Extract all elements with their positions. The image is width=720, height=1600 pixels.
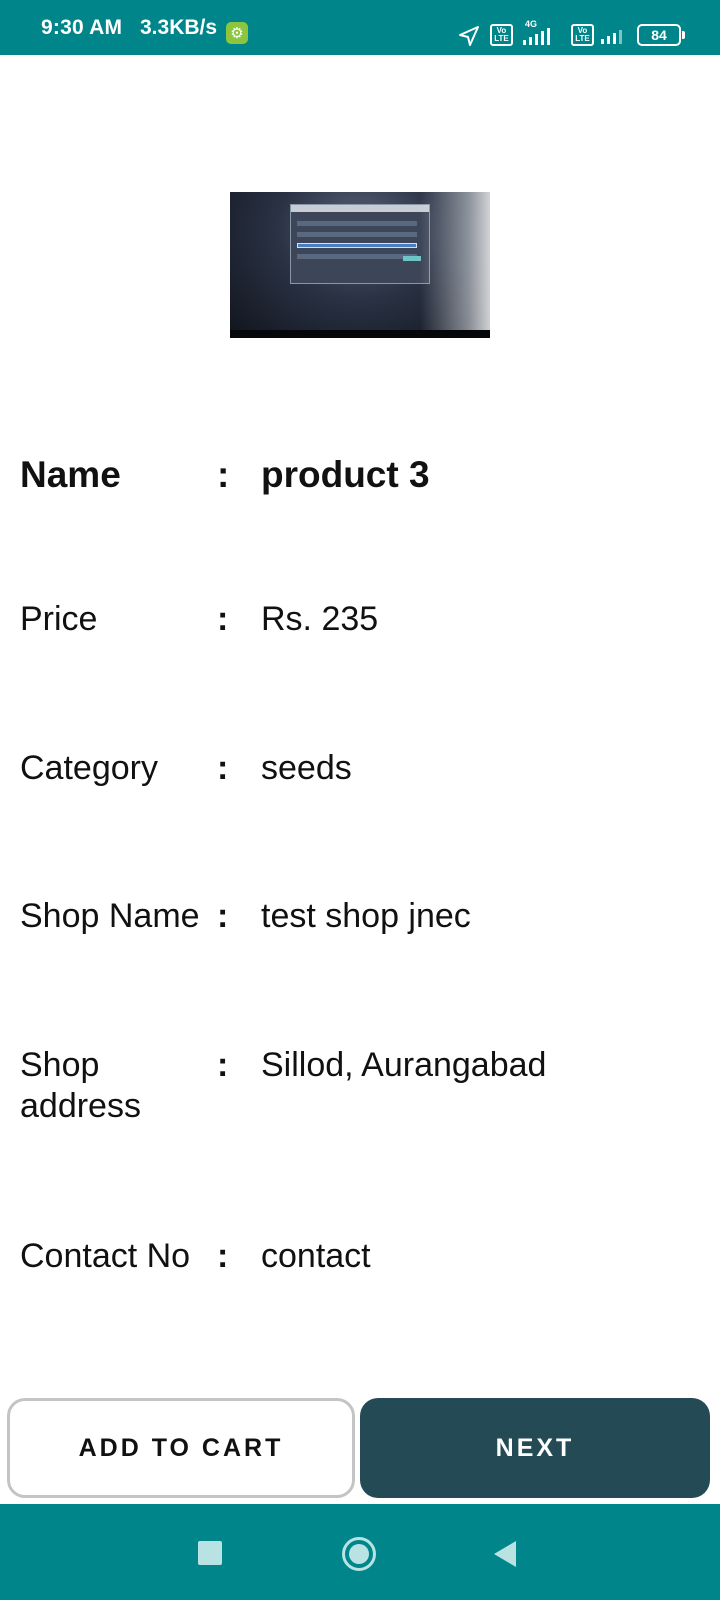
location-arrow-icon	[459, 26, 479, 46]
detail-label: Shop Name	[20, 897, 200, 935]
battery-icon: 84	[637, 24, 685, 46]
photo-edge	[230, 330, 490, 338]
detail-label: Price	[20, 600, 98, 638]
detail-colon: :	[217, 600, 229, 638]
home-icon[interactable]	[342, 1537, 376, 1571]
signal-icon-2	[601, 30, 622, 44]
detail-label: Name	[20, 454, 121, 495]
volte-icon-2: Vo LTE	[571, 24, 594, 46]
photo-row	[297, 221, 417, 226]
photo-row	[297, 232, 417, 237]
volte-label-bottom: LTE	[575, 34, 590, 43]
recents-icon[interactable]	[198, 1541, 222, 1565]
gear-icon: ⚙	[226, 22, 248, 44]
detail-colon: :	[217, 1046, 229, 1084]
detail-colon: :	[217, 1237, 229, 1275]
volte-icon: Vo LTE	[490, 24, 513, 46]
status-bar: 9:30 AM 3.3KB/s ⚙ Vo LTE 4G Vo LTE 84	[0, 0, 720, 55]
detail-label: Category	[20, 749, 158, 787]
product-category: seeds	[261, 749, 352, 787]
photo-row	[297, 243, 417, 248]
detail-colon: :	[217, 749, 229, 787]
status-time: 9:30 AM	[41, 15, 123, 39]
detail-label: Contact No	[20, 1237, 191, 1275]
add-to-cart-button[interactable]: ADD TO CART	[7, 1398, 355, 1498]
next-button[interactable]: NEXT	[360, 1398, 710, 1498]
contact-number: contact	[261, 1237, 371, 1275]
signal-icon	[523, 28, 550, 45]
photo-glare	[420, 192, 490, 338]
shop-address: Sillod, Aurangabad	[261, 1046, 547, 1084]
detail-colon: :	[217, 897, 229, 935]
product-price: Rs. 235	[261, 600, 379, 638]
volte-label-bottom: LTE	[494, 34, 509, 43]
network-speed: 3.3KB/s	[140, 15, 218, 39]
detail-label: Shop address	[20, 1046, 141, 1125]
photo-window-bar	[291, 205, 429, 212]
product-image	[230, 192, 490, 338]
system-nav-bar	[0, 1504, 720, 1600]
photo-row	[297, 254, 417, 259]
photo-button	[403, 256, 421, 261]
product-name: product 3	[261, 454, 430, 495]
detail-colon: :	[217, 454, 230, 495]
battery-level: 84	[651, 27, 667, 43]
shop-name: test shop jnec	[261, 897, 471, 935]
photo-window	[290, 204, 430, 284]
back-icon[interactable]	[494, 1541, 516, 1567]
